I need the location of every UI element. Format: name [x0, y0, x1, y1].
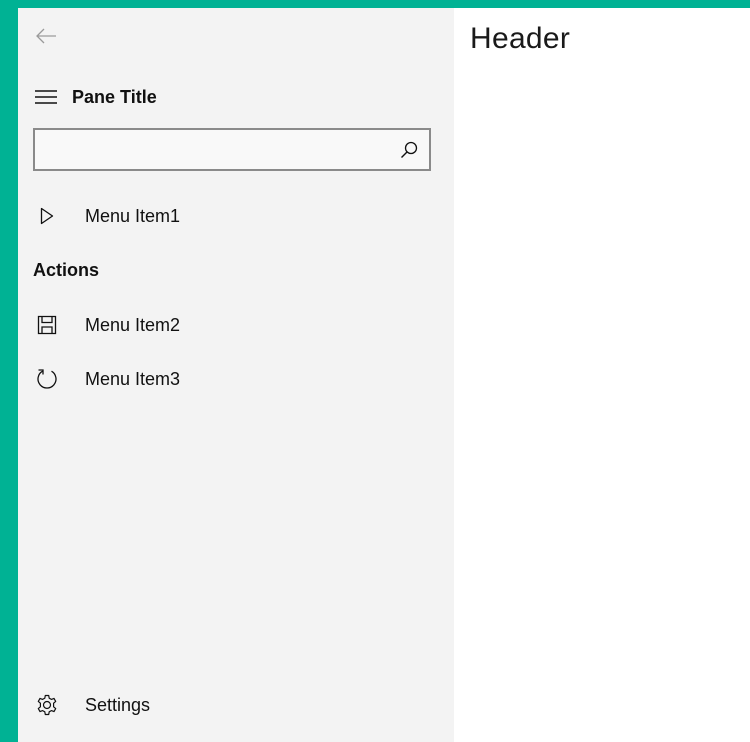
navigation-pane: Pane Title Menu Item1 Actions Menu Item2… — [18, 8, 454, 742]
search-button[interactable] — [399, 140, 419, 160]
save-icon — [37, 315, 57, 335]
play-icon — [40, 207, 54, 225]
menu-item-2-label: Menu Item2 — [85, 314, 181, 335]
settings-item[interactable]: Settings — [18, 685, 454, 725]
pane-title: Pane Title — [72, 86, 157, 107]
menu-item-3[interactable]: Menu Item3 — [18, 359, 454, 399]
page-header: Header — [470, 22, 571, 55]
search-icon — [401, 141, 418, 158]
search-box — [33, 128, 431, 171]
hamburger-icon — [35, 90, 57, 104]
pane-header: Pane Title — [18, 80, 454, 114]
menu-item-1[interactable]: Menu Item1 — [18, 196, 454, 236]
gear-icon — [37, 694, 57, 716]
menu-item-1-label: Menu Item1 — [85, 205, 181, 226]
back-button[interactable] — [30, 22, 62, 50]
back-arrow-icon — [36, 28, 56, 44]
settings-label: Settings — [85, 694, 151, 715]
app-window: Pane Title Menu Item1 Actions Menu Item2… — [18, 8, 750, 742]
section-header-actions: Actions — [33, 260, 100, 280]
refresh-icon — [37, 369, 57, 389]
hamburger-menu-button[interactable] — [18, 80, 74, 114]
content-area: Header — [454, 8, 750, 742]
search-input[interactable] — [35, 130, 385, 169]
menu-item-2[interactable]: Menu Item2 — [18, 305, 454, 345]
menu-item-3-label: Menu Item3 — [85, 368, 181, 389]
